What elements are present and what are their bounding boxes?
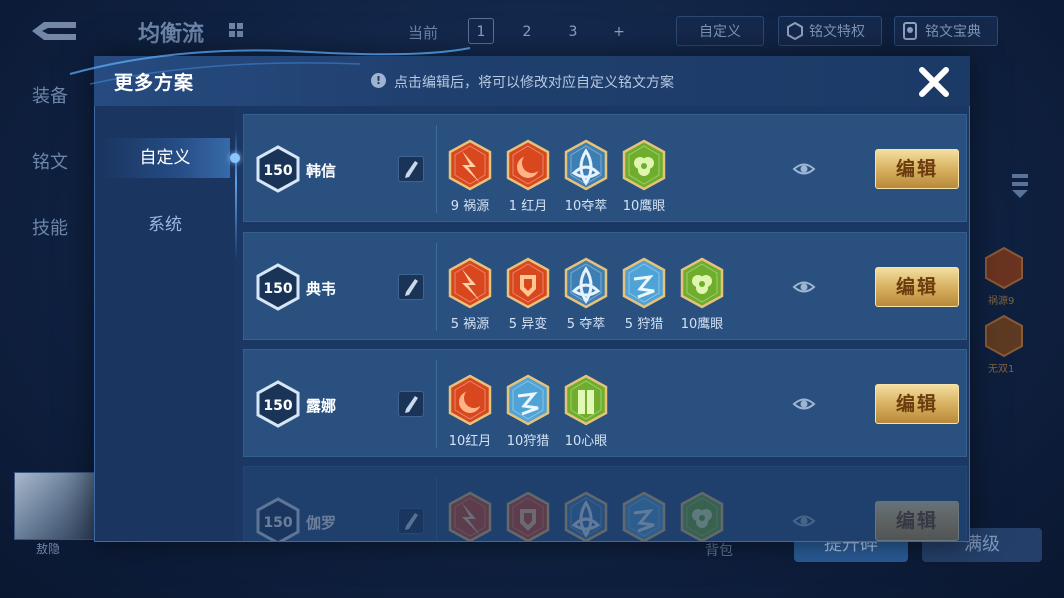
rune-count-label: 5 祸源 xyxy=(450,317,490,332)
dialog-title: 更多方案 xyxy=(114,72,195,94)
rune-icon[interactable] xyxy=(504,255,552,315)
hero-name: 露娜 xyxy=(306,397,337,415)
tab-system[interactable]: 系统 xyxy=(100,205,230,245)
edit-button[interactable]: 编辑 xyxy=(875,149,959,189)
rename-pencil-icon[interactable] xyxy=(398,391,424,417)
rune-icon[interactable] xyxy=(562,489,610,541)
plan-card: 150 伽罗 编辑 xyxy=(243,466,967,541)
hero-avatar[interactable] xyxy=(14,472,96,540)
edit-button[interactable]: 编辑 xyxy=(875,384,959,424)
rune-icon[interactable] xyxy=(562,255,610,315)
preview-eye-icon[interactable] xyxy=(792,392,816,416)
rename-pencil-icon[interactable] xyxy=(398,508,424,534)
sidebar-item-skills[interactable]: 技能 xyxy=(32,214,68,240)
custom-button[interactable]: 自定义 xyxy=(676,16,764,46)
rune-count-label: 1 红月 xyxy=(508,199,548,214)
rune-icon[interactable] xyxy=(678,255,726,315)
plan-card: 150 露娜 10红月 10狩猎 10心眼 编辑 xyxy=(243,349,967,457)
rune-count-label: 10鹰眼 xyxy=(622,199,666,214)
level-text: 150 xyxy=(263,515,292,531)
rune-icon[interactable] xyxy=(446,137,494,197)
side-rune-icon xyxy=(985,246,1023,290)
privilege-label: 铭文特权 xyxy=(809,24,865,40)
level-badge: 150 xyxy=(256,263,300,311)
card-divider xyxy=(436,477,437,541)
codex-label: 铭文宝典 xyxy=(925,24,981,40)
card-divider xyxy=(436,360,437,448)
current-label: 当前 xyxy=(408,24,439,42)
edit-button[interactable]: 编辑 xyxy=(875,267,959,307)
sidebar-item-runes[interactable]: 铭文 xyxy=(32,148,68,174)
rune-icon[interactable] xyxy=(504,372,552,432)
rune-count-label: 5 异变 xyxy=(508,317,548,332)
hero-name: 韩信 xyxy=(306,162,337,180)
rune-count-label: 10夺萃 xyxy=(564,199,608,214)
preview-eye-icon[interactable] xyxy=(792,275,816,299)
hero-name: 典韦 xyxy=(306,280,337,298)
side-rune-label: 无双1 xyxy=(988,364,1015,375)
level-badge: 150 xyxy=(256,145,300,193)
back-icon[interactable] xyxy=(28,18,80,44)
rune-icon[interactable] xyxy=(678,489,726,541)
preview-eye-icon[interactable] xyxy=(792,157,816,181)
level-text: 150 xyxy=(263,281,292,297)
hero-name: 伽罗 xyxy=(306,514,337,532)
level-badge: 150 xyxy=(256,497,300,541)
info-icon: ! xyxy=(371,73,386,88)
rune-count-label: 9 祸源 xyxy=(450,199,490,214)
rune-icon[interactable] xyxy=(446,489,494,541)
rune-icon[interactable] xyxy=(620,137,668,197)
plan-list[interactable]: 150 韩信 9 祸源 1 红月 10夺萃 10鹰眼 编辑 150 典韦 5 祸源 5 异变 5 夺萃… xyxy=(243,114,967,541)
codex-icon xyxy=(903,22,917,40)
rune-icon[interactable] xyxy=(446,372,494,432)
active-tab-indicator xyxy=(230,153,240,163)
rune-icon[interactable] xyxy=(446,255,494,315)
rune-icon[interactable] xyxy=(620,489,668,541)
rune-icon[interactable] xyxy=(504,137,552,197)
rune-count-label: 10狩猎 xyxy=(506,434,550,449)
list-icon[interactable] xyxy=(1008,170,1032,200)
rune-icon[interactable] xyxy=(620,255,668,315)
rune-count-label: 5 狩猎 xyxy=(624,317,664,332)
avatar-label: 敖隐 xyxy=(36,542,61,556)
card-divider xyxy=(436,243,437,331)
card-divider xyxy=(436,125,437,213)
page-2-button[interactable]: 2 xyxy=(514,18,540,44)
rename-pencil-icon[interactable] xyxy=(398,156,424,182)
rune-icon[interactable] xyxy=(562,137,610,197)
level-text: 150 xyxy=(263,398,292,414)
rename-pencil-icon[interactable] xyxy=(398,274,424,300)
edit-button[interactable]: 编辑 xyxy=(875,501,959,541)
level-text: 150 xyxy=(263,163,292,179)
side-rune-icon xyxy=(985,314,1023,358)
close-icon[interactable] xyxy=(914,62,954,102)
rune-icon[interactable] xyxy=(504,489,552,541)
tab-divider xyxy=(235,130,237,260)
dialog-hint: 点击编辑后，将可以修改对应自定义铭文方案 xyxy=(394,75,674,91)
add-page-button[interactable]: + xyxy=(606,18,632,44)
rune-count-label: 10红月 xyxy=(448,434,492,449)
bag-label: 背包 xyxy=(705,543,733,559)
privilege-icon xyxy=(787,22,803,40)
plan-card: 150 典韦 5 祸源 5 异变 5 夺萃 5 狩猎 10鹰眼 编辑 xyxy=(243,232,967,340)
tab-custom[interactable]: 自定义 xyxy=(100,138,230,178)
rune-count-label: 10鹰眼 xyxy=(680,317,724,332)
side-rune-label: 祸源9 xyxy=(988,296,1015,307)
rune-icon[interactable] xyxy=(562,372,610,432)
preview-eye-icon[interactable] xyxy=(792,509,816,533)
grid-icon[interactable] xyxy=(228,22,244,38)
level-badge: 150 xyxy=(256,380,300,428)
page-1-button[interactable]: 1 xyxy=(468,18,494,44)
rune-count-label: 5 夺萃 xyxy=(566,317,606,332)
page-3-button[interactable]: 3 xyxy=(560,18,586,44)
plan-card: 150 韩信 9 祸源 1 红月 10夺萃 10鹰眼 编辑 xyxy=(243,114,967,222)
rune-count-label: 10心眼 xyxy=(564,434,608,449)
